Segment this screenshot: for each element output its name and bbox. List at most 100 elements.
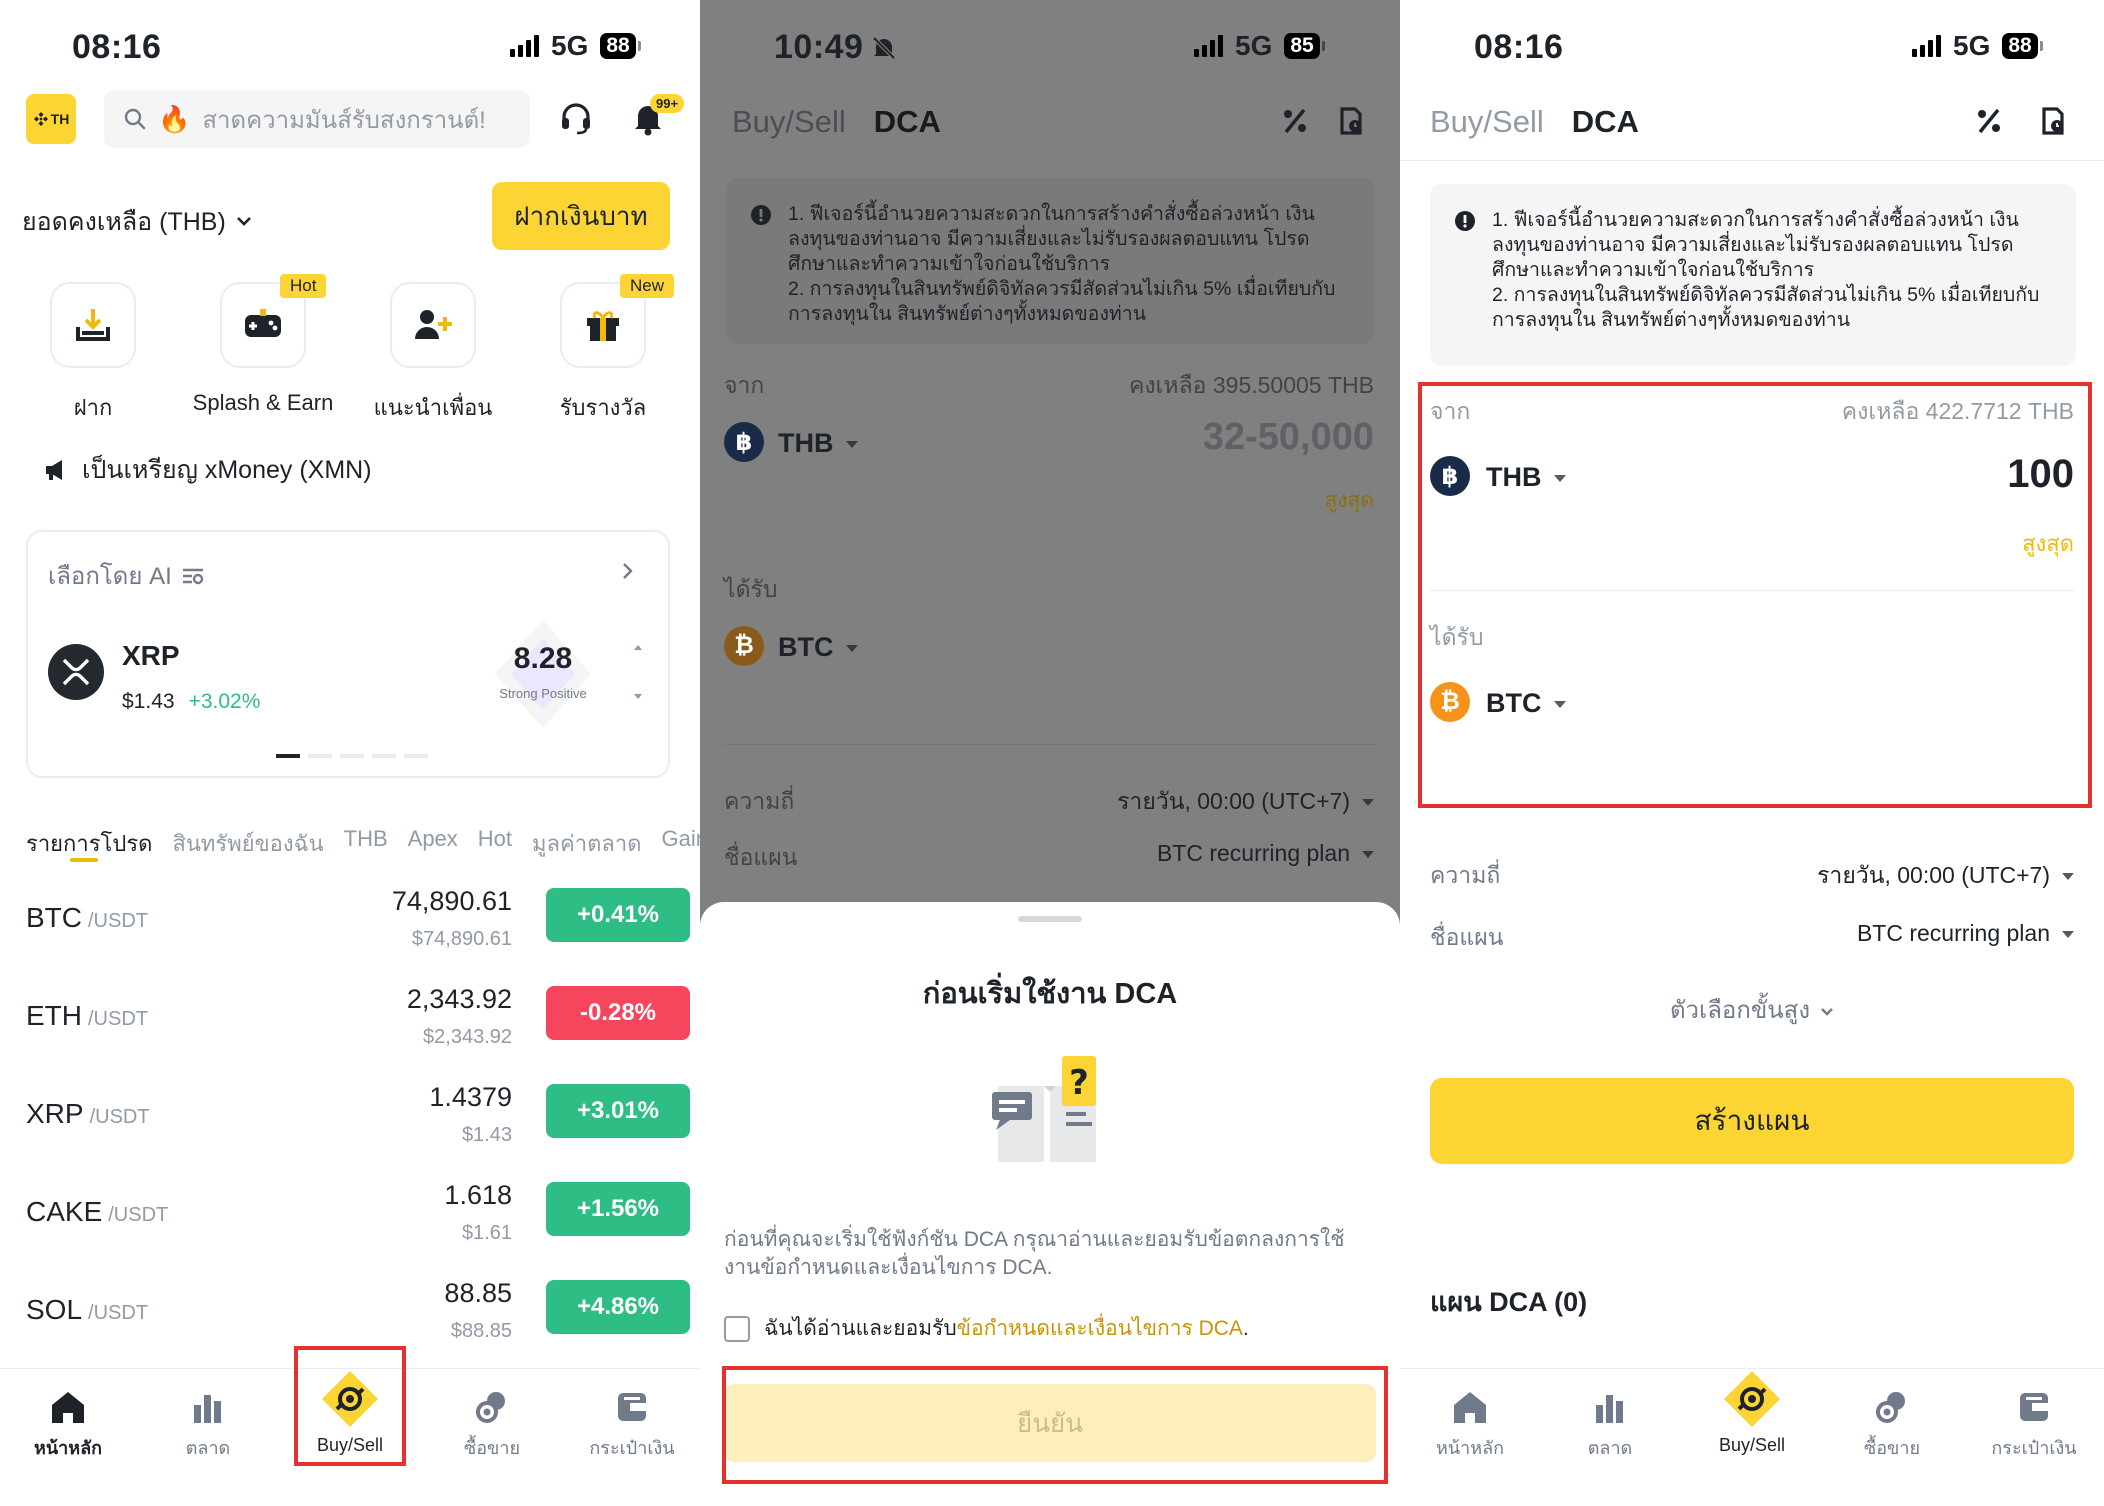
battery-level: 88 (600, 33, 636, 59)
ai-card-title: เลือกโดย AI (48, 563, 172, 590)
ai-score-label: Strong Positive (499, 686, 587, 701)
nav-buy-sell[interactable]: Buy/Sell (1692, 1371, 1812, 1456)
battery-icon: 88 (600, 33, 641, 59)
tab-buy-sell[interactable]: Buy/Sell (1430, 104, 1544, 140)
signal-icon (1912, 35, 1941, 57)
region-switch[interactable]: TH (26, 94, 76, 144)
to-label: ได้รับ (724, 576, 778, 602)
quick-action-splash-earn[interactable]: Splash & Earn (178, 282, 348, 416)
status-time: 08:16 (72, 28, 162, 66)
risk-notice: 1. ฟีเจอร์นี้อำนวยความสะดวกในการสร้างคำส… (1430, 184, 2076, 366)
bar-chart-icon (194, 1395, 221, 1423)
announcement-bar[interactable]: เป็นเหรียญ xMoney (XMN) (44, 450, 372, 490)
market-row[interactable]: XRP/USDT 1.4379 $1.43 +3.01% (26, 1076, 690, 1174)
market-row[interactable]: CAKE/USDT 1.618 $1.61 +1.56% (26, 1174, 690, 1272)
notification-badge: 99+ (650, 94, 685, 113)
market-price: 74,890.61 (391, 886, 512, 916)
tab-thb[interactable]: THB (344, 826, 388, 861)
wallet-icon (2020, 1393, 2048, 1421)
change-badge[interactable]: +1.56% (546, 1182, 690, 1236)
tab-gainers[interactable]: Gainers (662, 826, 700, 861)
market-usd-price: $2,343.92 (423, 1026, 512, 1048)
tab-buy-sell[interactable]: Buy/Sell (732, 104, 846, 140)
tab-my-assets[interactable]: สินทรัพย์ของฉัน (172, 826, 323, 861)
new-tag: New (620, 274, 675, 298)
nav-label: ตลาด (1587, 1438, 1633, 1458)
market-base: XRP (26, 1098, 84, 1129)
search-icon (124, 108, 146, 130)
create-plan-button[interactable]: สร้างแผน (1430, 1078, 2074, 1164)
plan-name-value: BTC recurring plan (1856, 920, 2050, 946)
quick-action-refer-friend[interactable]: แนะนำเพื่อน (348, 282, 518, 425)
terms-checkbox[interactable] (724, 1315, 750, 1342)
scroll-up-icon[interactable] (632, 642, 644, 652)
quick-action-deposit[interactable]: ฝาก (8, 282, 178, 425)
nav-trade[interactable]: ซื้อขาย (1832, 1387, 1952, 1462)
terms-checkbox-row[interactable]: ฉันได้อ่านและยอมรับข้อกำหนดและเงื่อนไขกา… (724, 1312, 1249, 1345)
megaphone-icon (46, 460, 62, 480)
from-label: จาก (724, 372, 765, 398)
nav-home[interactable]: หน้าหลัก (8, 1387, 128, 1462)
change-badge[interactable]: +4.86% (546, 1280, 690, 1334)
advanced-options-toggle[interactable]: ตัวเลือกขั้นสูง (1400, 990, 2104, 1029)
tab-hot[interactable]: Hot (478, 826, 512, 861)
nav-markets[interactable]: ตลาด (148, 1387, 268, 1462)
available-balance: คงเหลือ 395.50005 THB (1128, 372, 1374, 398)
tab-dca[interactable]: DCA (1572, 104, 1639, 140)
binance-logo-icon (33, 112, 48, 126)
home-icon (52, 1392, 84, 1423)
terms-link[interactable]: ข้อกำหนดและเงื่อนไขการ DCA (957, 1317, 1243, 1340)
network-type: 5G (1235, 30, 1273, 61)
change-badge[interactable]: +3.01% (546, 1084, 690, 1138)
percent-icon[interactable] (1280, 106, 1310, 136)
tab-apex[interactable]: Apex (408, 826, 458, 861)
percent-icon[interactable] (1974, 106, 2004, 136)
market-row[interactable]: ETH/USDT 2,343.92 $2,343.92 -0.28% (26, 978, 690, 1076)
tab-dca[interactable]: DCA (874, 104, 941, 140)
nav-wallet[interactable]: กระเป๋าเงิน (1974, 1387, 2094, 1462)
order-history-icon[interactable] (2038, 106, 2068, 136)
quick-action-label: รับรางวัล (559, 395, 647, 420)
to-coin-selector[interactable]: BTC (778, 632, 858, 663)
nav-label: ตลาด (185, 1438, 231, 1458)
nav-trade[interactable]: ซื้อขาย (432, 1387, 552, 1462)
chevron-right-icon[interactable] (622, 562, 634, 580)
market-price: 2,343.92 (406, 984, 512, 1014)
frequency-selector[interactable]: รายวัน, 00:00 (UTC+7) (1817, 858, 2074, 894)
balance-selector[interactable]: ยอดคงเหลือ (THB) (22, 202, 252, 242)
change-badge[interactable]: +0.41% (546, 888, 690, 942)
home-icon (1454, 1392, 1486, 1423)
btc-coin-icon: ₿ (724, 626, 764, 666)
plan-name-selector[interactable]: BTC recurring plan (1857, 920, 2074, 947)
nav-home[interactable]: หน้าหลัก (1410, 1387, 1530, 1462)
from-coin-selector[interactable]: THB (778, 428, 858, 459)
sheet-drag-handle[interactable] (1018, 916, 1082, 922)
change-badge[interactable]: -0.28% (546, 986, 690, 1040)
amount-input[interactable]: 32-50,000 (1203, 416, 1374, 459)
market-price: 1.4379 (429, 1082, 512, 1112)
ai-pick-card[interactable]: เลือกโดย AI XRP $1.43 +3.02% 8.28 Strong… (26, 530, 670, 778)
market-row[interactable]: BTC/USDT 74,890.61 $74,890.61 +0.41% (26, 880, 690, 978)
support-headset-icon[interactable] (558, 100, 594, 136)
tab-favorites[interactable]: รายการโปรด (26, 826, 152, 861)
quick-action-label: แนะนำเพื่อน (373, 395, 493, 420)
frequency-value: รายวัน, 00:00 (UTC+7) (1117, 788, 1350, 814)
trade-mode-tabs: Buy/Sell DCA (1430, 104, 1639, 140)
highlight-box-confirm (722, 1366, 1388, 1484)
max-button[interactable]: สูงสุด (1324, 484, 1374, 517)
quick-action-rewards[interactable]: รับรางวัล (518, 282, 688, 425)
frequency-selector[interactable]: รายวัน, 00:00 (UTC+7) (1117, 784, 1374, 820)
nav-wallet[interactable]: กระเป๋าเงิน (572, 1387, 692, 1462)
battery-level: 88 (2002, 33, 2038, 59)
order-history-icon[interactable] (1336, 106, 1366, 136)
market-quote: /USDT (89, 1106, 150, 1128)
plan-name-selector[interactable]: BTC recurring plan (1157, 840, 1374, 867)
tab-market-cap[interactable]: มูลค่าตลาด (532, 826, 641, 861)
market-base: CAKE (26, 1196, 103, 1227)
search-input[interactable]: 🔥 สาดความมันส์รับสงกรานต์! (104, 90, 530, 148)
market-base: ETH (26, 1000, 82, 1031)
deposit-baht-button[interactable]: ฝากเงินบาท (492, 182, 670, 250)
scroll-down-icon[interactable] (632, 692, 644, 702)
nav-markets[interactable]: ตลาด (1550, 1387, 1670, 1462)
frequency-label: ความถี่ (724, 788, 795, 814)
